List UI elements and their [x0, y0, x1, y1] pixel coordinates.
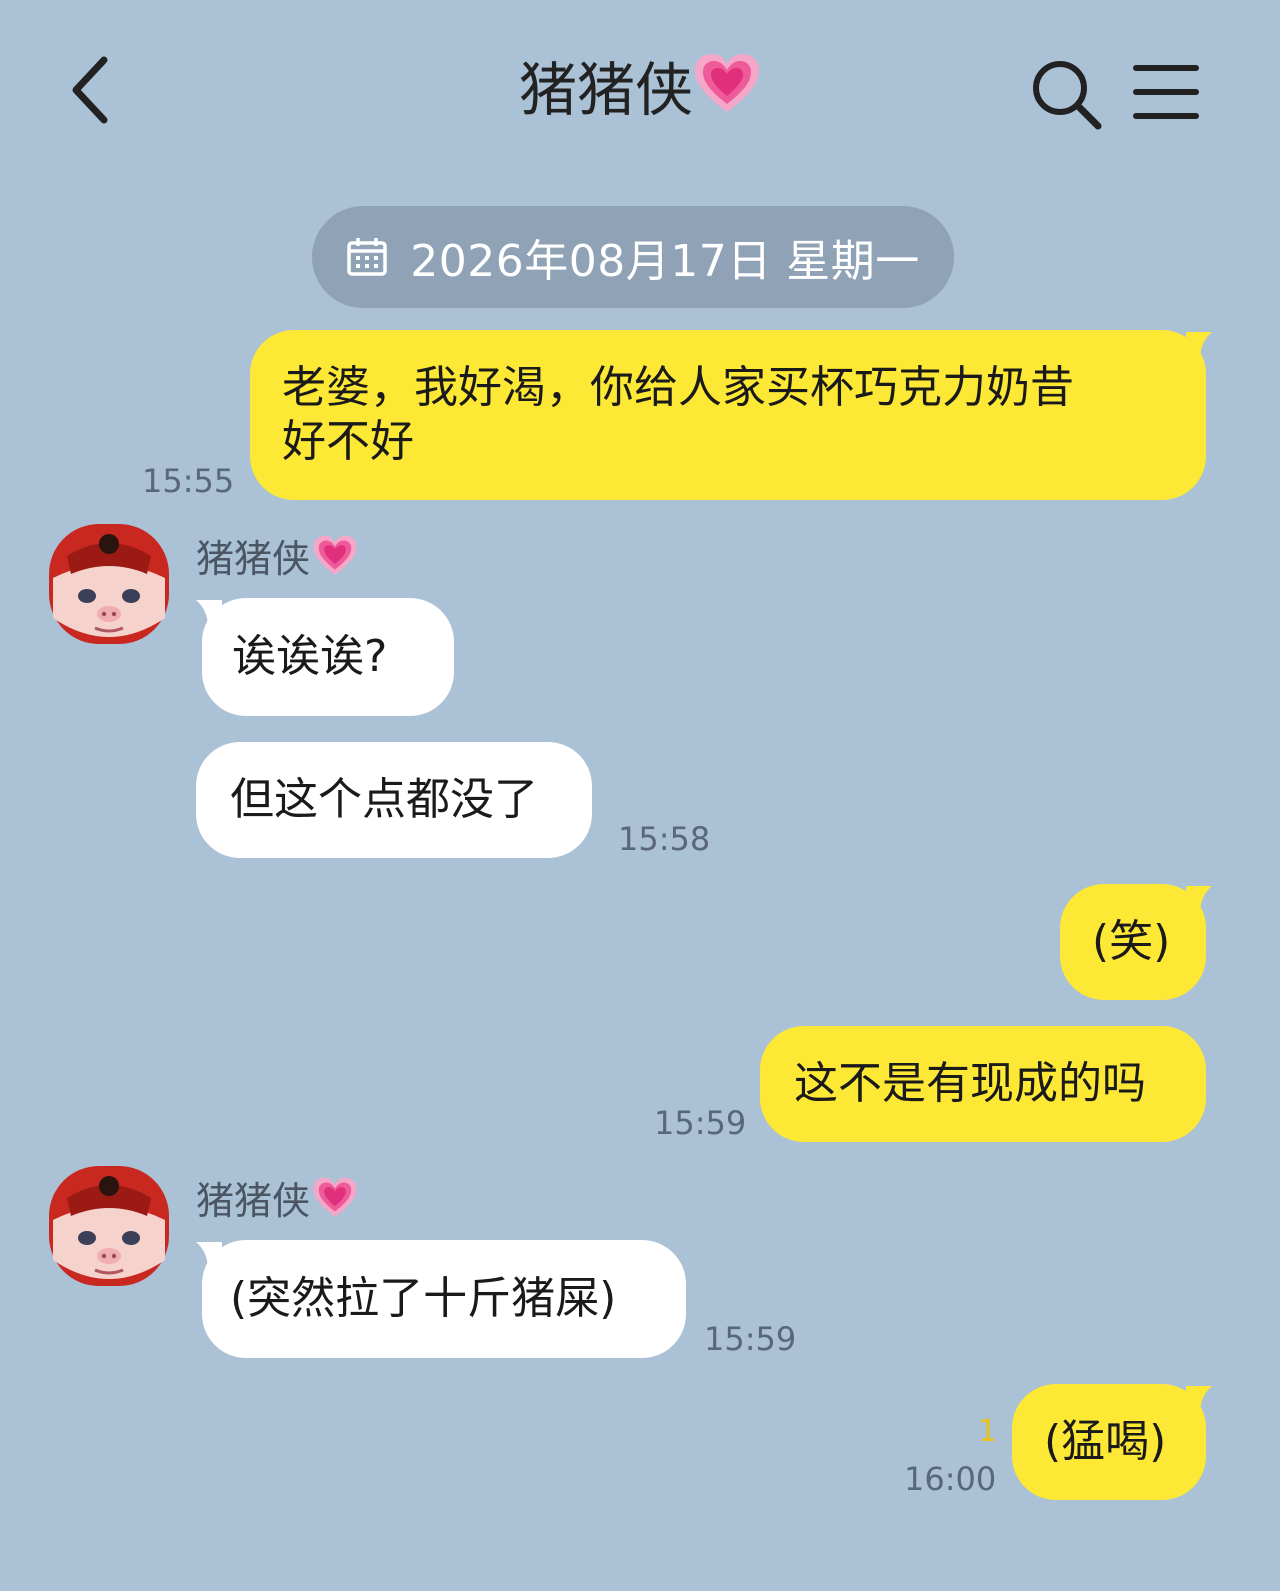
- search-icon: [1033, 61, 1102, 130]
- calendar-icon: [347, 238, 388, 276]
- message-bubble-incoming[interactable]: 但这个点都没了: [196, 742, 592, 858]
- message-timestamp: 15:59: [704, 1320, 797, 1358]
- message-bubble-outgoing[interactable]: (笑): [1060, 884, 1206, 1000]
- message-timestamp: 15:59: [654, 1104, 747, 1142]
- bubble-tail-outgoing: [1186, 1386, 1212, 1414]
- message-bubble-incoming[interactable]: 诶诶诶?: [202, 598, 454, 716]
- date-divider: 2026年08月17日 星期一: [312, 206, 954, 308]
- message-bubble-incoming[interactable]: (突然拉了十斤猪屎): [202, 1240, 686, 1358]
- message-text: (笑): [1092, 916, 1171, 967]
- sender-name-text: 猪猪侠: [196, 537, 311, 581]
- hamburger-menu-icon: [1133, 65, 1199, 119]
- sender-name-text: 猪猪侠: [196, 1179, 311, 1223]
- growing-heart-icon: [313, 535, 357, 575]
- message-text: (猛喝): [1044, 1416, 1167, 1467]
- bubble-tail-outgoing: [1186, 332, 1212, 360]
- message-bubble-outgoing[interactable]: (猛喝): [1012, 1384, 1206, 1500]
- growing-heart-icon: [695, 54, 759, 112]
- chat-title-text: 猪猪侠: [518, 56, 693, 124]
- search-button[interactable]: [1028, 56, 1104, 132]
- bubble-tail-incoming: [196, 1242, 222, 1270]
- message-text: 这不是有现成的吗: [794, 1058, 1146, 1109]
- message-timestamp: 16:00: [904, 1460, 997, 1498]
- message-timestamp: 15:58: [618, 820, 711, 858]
- message-bubble-outgoing[interactable]: 老婆，我好渴，你给人家买杯巧克力奶昔 好不好: [250, 330, 1206, 500]
- message-line: 好不好: [282, 416, 414, 467]
- message-text: (突然拉了十斤猪屎): [230, 1273, 617, 1324]
- message-bubble-outgoing[interactable]: 这不是有现成的吗: [760, 1026, 1206, 1142]
- sender-name: 猪猪侠: [196, 1170, 358, 1225]
- message-line: 老婆，我好渴，你给人家买杯巧克力奶昔: [282, 362, 1074, 413]
- date-text: 2026年08月17日 星期一: [410, 236, 920, 287]
- bubble-tail-outgoing: [1186, 886, 1212, 914]
- growing-heart-icon: [313, 1177, 357, 1217]
- unread-count: 1: [978, 1414, 998, 1449]
- menu-button[interactable]: [1128, 58, 1204, 128]
- message-text: 但这个点都没了: [230, 774, 538, 825]
- message-text: 诶诶诶?: [232, 631, 388, 682]
- pig-hero-avatar[interactable]: [47, 1164, 171, 1288]
- message-timestamp: 15:55: [142, 462, 235, 500]
- sender-name: 猪猪侠: [196, 528, 358, 583]
- bubble-tail-incoming: [196, 600, 222, 628]
- pig-hero-avatar[interactable]: [47, 522, 171, 646]
